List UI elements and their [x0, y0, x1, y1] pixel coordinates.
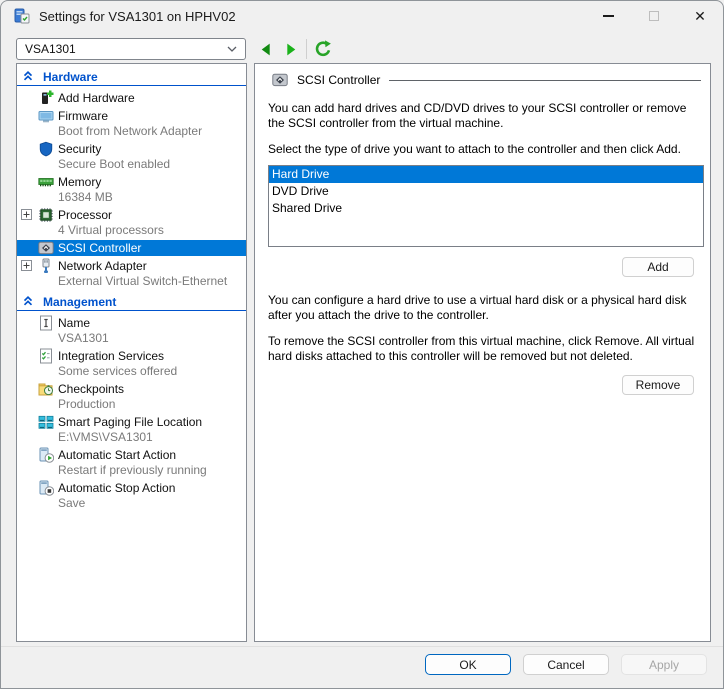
next-arrow-icon [282, 41, 299, 58]
listbox-item-hard-drive[interactable]: Hard Drive [269, 166, 703, 183]
integration-services-icon [38, 348, 54, 364]
sidebar-item-label: Checkpoints [58, 381, 246, 397]
sidebar-item-label: Firmware [58, 108, 246, 124]
sidebar-item-label: Add Hardware [58, 90, 246, 106]
sidebar-item-label: Processor [58, 207, 246, 223]
configure-text: You can configure a hard drive to use a … [268, 293, 704, 323]
minimize-icon [603, 15, 614, 17]
expand-toggle-icon[interactable] [21, 209, 32, 220]
sidebar-item-add-hardware[interactable]: Add Hardware [17, 90, 246, 106]
sidebar-item-label: Integration Services [58, 348, 246, 364]
sidebar-item-label: Security [58, 141, 246, 157]
sidebar-item-smart-paging[interactable]: Smart Paging File Location E:\VMS\VSA130… [17, 414, 246, 445]
sidebar-item-sub: Save [58, 496, 246, 511]
prev-vm-button[interactable] [258, 41, 275, 58]
panel-title: SCSI Controller [297, 73, 380, 87]
settings-dialog: Settings for VSA1301 on HPHV02 ✕ VSA1301… [0, 0, 724, 689]
vm-selector[interactable]: VSA1301 [16, 38, 246, 60]
chevron-down-icon [227, 42, 237, 56]
sidebar-item-sub: External Virtual Switch-Ethernet [58, 274, 246, 289]
section-header-management[interactable]: Management [17, 294, 246, 311]
sidebar-item-memory[interactable]: Memory 16384 MB [17, 174, 246, 205]
auto-stop-icon [38, 480, 54, 496]
hyperv-settings-icon [14, 8, 30, 24]
section-header-hardware[interactable]: Hardware [17, 69, 246, 86]
sidebar-item-label: Name [58, 315, 246, 331]
vm-selector-value: VSA1301 [25, 42, 76, 56]
security-shield-icon [38, 141, 54, 157]
select-drive-label: Select the type of drive you want to att… [268, 142, 704, 157]
smart-paging-icon [38, 414, 54, 430]
add-hardware-icon [38, 90, 54, 106]
next-vm-button[interactable] [282, 41, 299, 58]
sidebar-item-label: SCSI Controller [58, 240, 246, 256]
sidebar-item-sub: 4 Virtual processors [58, 223, 246, 238]
scsi-controller-icon [38, 240, 54, 256]
section-title: Hardware [43, 70, 98, 84]
toolbar-divider [306, 39, 307, 59]
sidebar-item-sub: Secure Boot enabled [58, 157, 246, 172]
prev-arrow-icon [258, 41, 275, 58]
sidebar-item-name[interactable]: Name VSA1301 [17, 315, 246, 346]
sidebar-item-label: Smart Paging File Location [58, 414, 246, 430]
name-icon [38, 315, 54, 331]
remove-button[interactable]: Remove [622, 375, 694, 395]
listbox-item-dvd-drive[interactable]: DVD Drive [269, 183, 703, 200]
sidebar-item-integration-services[interactable]: Integration Services Some services offer… [17, 348, 246, 379]
close-icon: ✕ [694, 9, 706, 23]
sidebar-item-scsi-controller[interactable]: SCSI Controller [17, 240, 246, 256]
scsi-controller-icon [272, 72, 288, 88]
apply-button: Apply [621, 654, 707, 675]
sidebar-item-label: Network Adapter [58, 258, 246, 274]
ok-button[interactable]: OK [425, 654, 511, 675]
sidebar-item-auto-stop[interactable]: Automatic Stop Action Save [17, 480, 246, 511]
sidebar-item-checkpoints[interactable]: Checkpoints Production [17, 381, 246, 412]
window-title: Settings for VSA1301 on HPHV02 [39, 9, 236, 24]
sidebar-item-sub: Some services offered [58, 364, 246, 379]
maximize-button [631, 1, 677, 31]
header-rule [389, 80, 701, 81]
title-bar: Settings for VSA1301 on HPHV02 ✕ [1, 1, 723, 31]
refresh-icon [314, 40, 332, 58]
sidebar-item-network-adapter[interactable]: Network Adapter External Virtual Switch-… [17, 258, 246, 289]
dialog-footer: OK Cancel Apply [1, 646, 723, 688]
listbox-item-shared-drive[interactable]: Shared Drive [269, 200, 703, 217]
minimize-button[interactable] [585, 1, 631, 31]
sidebar-item-sub: E:\VMS\VSA1301 [58, 430, 246, 445]
sidebar-item-sub: VSA1301 [58, 331, 246, 346]
section-title: Management [43, 295, 116, 309]
sidebar-item-sub: Restart if previously running [58, 463, 246, 478]
remove-text: To remove the SCSI controller from this … [268, 334, 704, 364]
sidebar-item-label: Memory [58, 174, 246, 190]
scsi-controller-panel: SCSI Controller You can add hard drives … [254, 63, 711, 642]
sidebar-item-sub: Production [58, 397, 246, 412]
settings-nav-sidebar: Hardware Add Hardware Firmware Boot from… [16, 63, 247, 642]
firmware-icon [38, 108, 54, 124]
sidebar-item-sub: 16384 MB [58, 190, 246, 205]
sidebar-item-security[interactable]: Security Secure Boot enabled [17, 141, 246, 172]
expand-toggle-icon[interactable] [21, 260, 32, 271]
maximize-icon [649, 11, 659, 21]
network-adapter-icon [38, 258, 54, 274]
refresh-button[interactable] [314, 40, 332, 58]
collapse-section-icon [23, 295, 33, 309]
auto-start-icon [38, 447, 54, 463]
sidebar-item-processor[interactable]: Processor 4 Virtual processors [17, 207, 246, 238]
checkpoints-icon [38, 381, 54, 397]
add-button[interactable]: Add [622, 257, 694, 277]
sidebar-item-sub: Boot from Network Adapter [58, 124, 246, 139]
sidebar-item-firmware[interactable]: Firmware Boot from Network Adapter [17, 108, 246, 139]
close-button[interactable]: ✕ [677, 1, 723, 31]
sidebar-item-label: Automatic Stop Action [58, 480, 246, 496]
intro-text: You can add hard drives and CD/DVD drive… [268, 101, 704, 131]
collapse-section-icon [23, 70, 33, 84]
memory-icon [38, 174, 54, 190]
sidebar-item-label: Automatic Start Action [58, 447, 246, 463]
processor-icon [38, 207, 54, 223]
drive-type-listbox[interactable]: Hard Drive DVD Drive Shared Drive [268, 165, 704, 247]
cancel-button[interactable]: Cancel [523, 654, 609, 675]
sidebar-item-auto-start[interactable]: Automatic Start Action Restart if previo… [17, 447, 246, 478]
